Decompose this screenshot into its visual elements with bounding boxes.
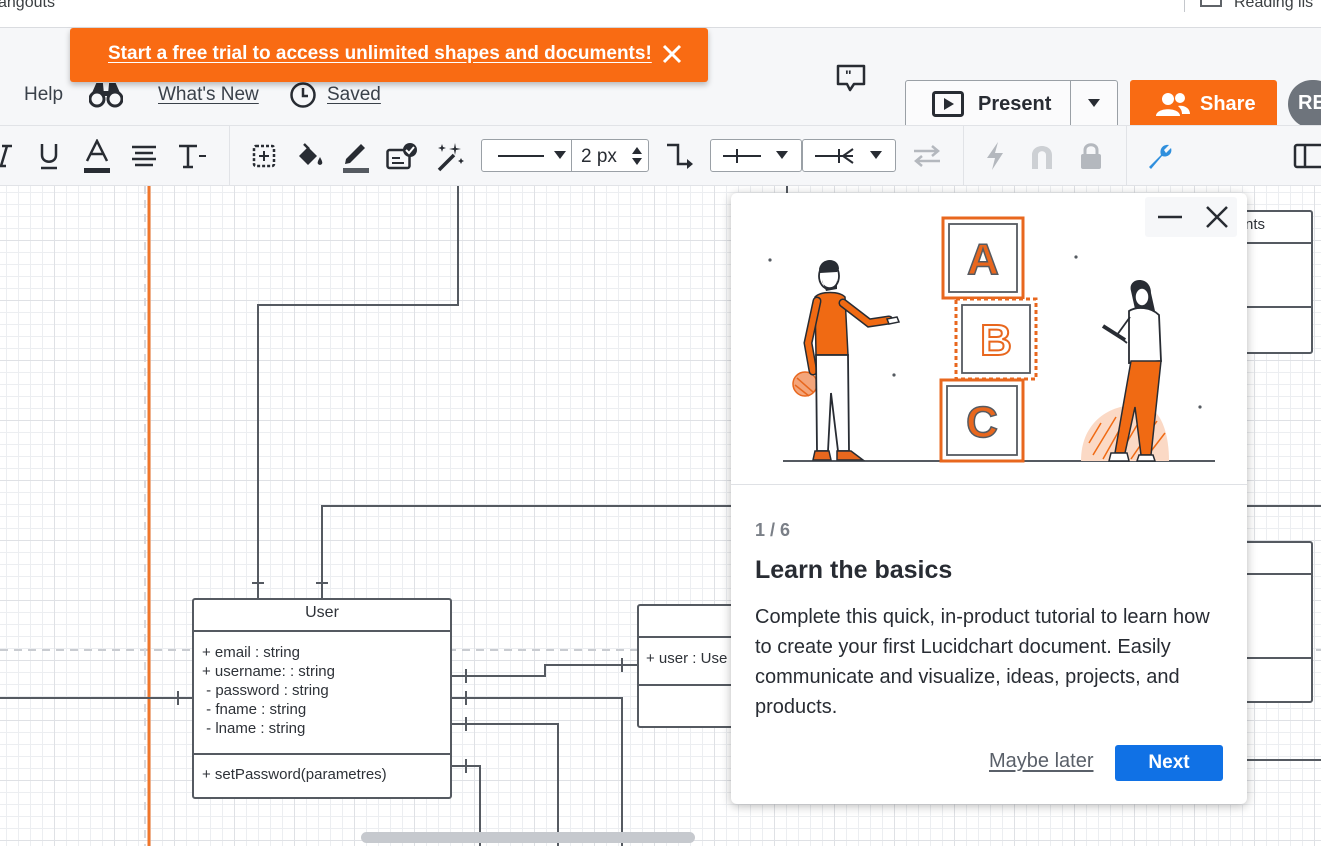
underline-icon[interactable] — [33, 140, 65, 172]
class-name: User — [305, 604, 339, 621]
binoculars-icon[interactable] — [89, 82, 123, 108]
share-button[interactable]: Share — [1130, 80, 1277, 128]
bookmarks-divider — [1184, 0, 1185, 12]
connector-icon[interactable] — [664, 140, 696, 172]
lock-icon[interactable] — [1075, 140, 1107, 172]
close-icon[interactable] — [660, 42, 684, 66]
close-icon[interactable] — [1205, 205, 1229, 229]
comment-icon[interactable]: " — [835, 63, 867, 93]
swap-icon[interactable] — [911, 140, 943, 172]
methods-section: + setPassword(parametres) — [194, 753, 450, 783]
attribute: + email : string — [202, 644, 300, 661]
clock-icon — [290, 82, 316, 108]
attribute: - password : string — [202, 682, 329, 699]
line-width-value[interactable]: 2 px — [581, 146, 617, 168]
tutorial-title: Learn the basics — [755, 556, 953, 584]
attributes-section: + email : string + username: : string - … — [194, 630, 450, 753]
trial-banner-link[interactable]: Start a free trial to access unlimited s… — [108, 43, 652, 65]
wrench-icon[interactable] — [1144, 140, 1176, 172]
woman-figure — [1081, 280, 1169, 462]
users-icon — [1156, 93, 1190, 116]
align-icon[interactable] — [128, 140, 160, 172]
next-button[interactable]: Next — [1115, 745, 1223, 781]
reading-list-icon — [1200, 0, 1222, 7]
line-style-icon — [498, 155, 544, 157]
arrow-start-icon — [723, 149, 761, 163]
tutorial-step-counter: 1 / 6 — [755, 520, 791, 540]
toolbar-divider — [229, 126, 230, 186]
lightning-icon[interactable] — [979, 140, 1011, 172]
line-style-dropdown[interactable]: 2 px — [481, 139, 649, 172]
tutorial-body: Complete this quick, in-product tutorial… — [755, 606, 1210, 718]
format-toolbar: 2 px — [0, 125, 1321, 186]
italic-icon[interactable] — [0, 140, 20, 172]
letter-blocks: A B C — [939, 216, 1038, 463]
arrow-end-icon — [815, 148, 854, 164]
present-divider — [1070, 81, 1071, 127]
tutorial-panel: A B C 1 / 6 Learn the basics Complete th… — [731, 193, 1247, 804]
present-button[interactable]: Present — [906, 81, 1071, 127]
block-letter: C — [966, 398, 998, 447]
magic-icon[interactable] — [434, 140, 466, 172]
magnet-icon[interactable] — [1026, 140, 1058, 172]
toolbar-divider — [963, 126, 964, 186]
horizontal-scrollbar[interactable] — [361, 832, 695, 843]
arrow-end-dropdown[interactable] — [802, 139, 896, 172]
shape-border-icon[interactable] — [248, 140, 280, 172]
block-letter: B — [980, 316, 1012, 365]
present-icon — [932, 91, 964, 117]
toolbar-divider — [1126, 126, 1127, 186]
trial-banner: Start a free trial to access unlimited s… — [70, 28, 708, 82]
bookmarks-bar: angouts Reading lis — [0, 0, 1321, 28]
fill-icon[interactable] — [294, 140, 326, 172]
arrow-start-dropdown[interactable] — [710, 139, 802, 172]
reading-list[interactable]: Reading lis — [1200, 0, 1313, 12]
style-icon[interactable] — [386, 140, 418, 172]
present-button-group: Present — [905, 80, 1118, 128]
text-color-icon[interactable] — [81, 139, 113, 173]
chevron-down-icon — [554, 151, 566, 159]
line-color-icon[interactable] — [340, 140, 372, 173]
bookmark-hangouts[interactable]: angouts — [0, 0, 55, 12]
maybe-later-button[interactable]: Maybe later — [989, 750, 1094, 773]
svg-text:": " — [845, 67, 852, 83]
chevron-down-icon[interactable] — [1087, 98, 1101, 108]
attribute: - lname : string — [202, 720, 306, 737]
tutorial-window-controls — [1145, 197, 1237, 237]
block-letter: A — [967, 235, 999, 284]
panel-icon[interactable] — [1293, 140, 1321, 172]
stepper-icon[interactable] — [631, 146, 643, 166]
present-label: Present — [978, 92, 1052, 115]
avatar[interactable]: RE — [1288, 80, 1321, 128]
method: + setPassword(parametres) — [202, 766, 387, 783]
chevron-down-icon — [870, 151, 882, 159]
minimize-icon[interactable] — [1157, 209, 1183, 225]
share-label: Share — [1200, 92, 1256, 115]
man-figure — [792, 260, 901, 461]
chevron-down-icon — [776, 151, 788, 159]
saved-status[interactable]: Saved — [327, 84, 381, 106]
help-menu[interactable]: Help — [24, 84, 63, 106]
dropdown-divider — [571, 140, 572, 171]
user-class-shape[interactable]: User + email : string + username: : stri… — [192, 598, 452, 799]
attribute: - fname : string — [202, 701, 307, 718]
attribute: + username: : string — [202, 663, 335, 680]
whats-new-link[interactable]: What's New — [158, 84, 259, 106]
text-options-icon[interactable] — [176, 140, 208, 172]
reading-list-label: Reading lis — [1234, 0, 1314, 11]
